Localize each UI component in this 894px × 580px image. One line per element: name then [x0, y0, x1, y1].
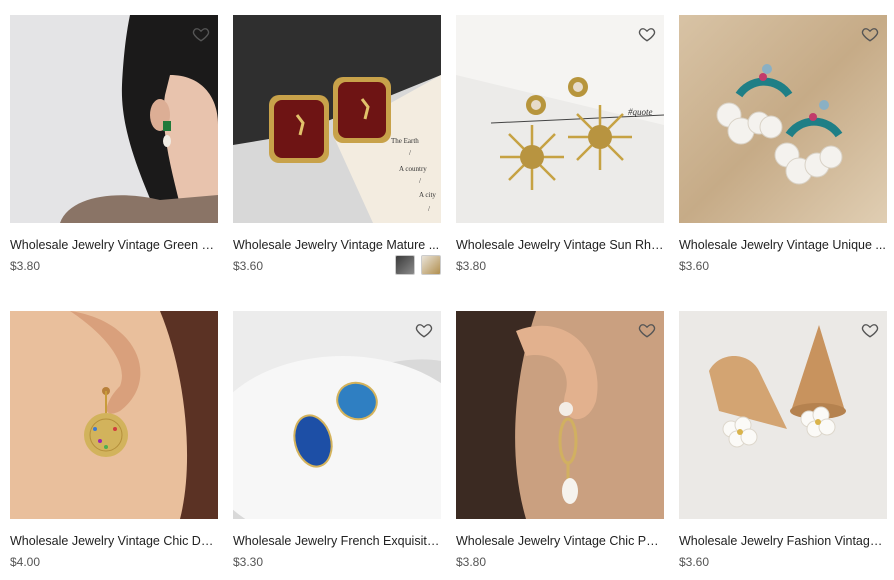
image-text-line: A city [419, 191, 436, 199]
image-text-line: / [419, 177, 421, 185]
product-photo [679, 15, 887, 223]
product-image[interactable] [233, 311, 441, 519]
product-grid: Wholesale Jewelry Vintage Green G... $3.… [0, 0, 894, 580]
favorite-heart-icon[interactable] [861, 321, 879, 339]
product-card[interactable]: Wholesale Jewelry Vintage Unique ... $3.… [679, 15, 887, 278]
product-title[interactable]: Wholesale Jewelry Vintage Chic De... [10, 533, 218, 549]
product-photo [10, 311, 218, 519]
product-price: $3.80 [10, 259, 41, 273]
product-photo [233, 311, 441, 519]
product-image[interactable] [679, 311, 887, 519]
product-photo [456, 311, 664, 519]
product-card[interactable]: The Earth / A country / A city / Wholesa… [233, 15, 441, 278]
image-text-line: A country [399, 165, 427, 173]
product-image[interactable] [679, 15, 887, 223]
product-title[interactable]: Wholesale Jewelry Vintage Chic Pea... [456, 533, 664, 549]
product-price: $3.80 [456, 259, 487, 273]
favorite-heart-icon[interactable] [192, 25, 210, 43]
image-text-line: / [409, 149, 411, 157]
product-card[interactable]: Wholesale Jewelry Vintage Chic Pea... $3… [456, 311, 664, 574]
product-card[interactable]: Wholesale Jewelry Fashion Vintage ... $3… [679, 311, 887, 574]
favorite-heart-icon[interactable] [861, 25, 879, 43]
color-swatch-gold[interactable] [421, 255, 441, 275]
product-price: $3.30 [233, 555, 264, 569]
image-text-line: / [428, 205, 430, 213]
product-photo: The Earth / A country / A city / [233, 15, 441, 223]
product-title[interactable]: Wholesale Jewelry Fashion Vintage ... [679, 533, 887, 549]
product-photo [10, 15, 218, 223]
product-card[interactable]: Wholesale Jewelry Vintage Chic De... $4.… [10, 311, 218, 574]
color-swatches [395, 255, 441, 275]
product-price: $3.60 [679, 555, 710, 569]
product-image[interactable]: The Earth / A country / A city / [233, 15, 441, 223]
product-image[interactable] [10, 15, 218, 223]
product-price: $3.80 [456, 555, 487, 569]
product-price: $3.60 [679, 259, 710, 273]
product-image[interactable]: #quote [456, 15, 664, 223]
product-card[interactable]: Wholesale Jewelry Vintage Green G... $3.… [10, 15, 218, 278]
product-card[interactable]: #quote Wholesale Jewelry Vintage Sun Rhi… [456, 15, 664, 278]
product-title[interactable]: Wholesale Jewelry Vintage Unique ... [679, 237, 887, 253]
image-text: #quote [628, 107, 653, 117]
favorite-heart-icon[interactable] [638, 25, 656, 43]
favorite-heart-icon[interactable] [638, 321, 656, 339]
product-image[interactable] [10, 311, 218, 519]
image-text-line: The Earth [391, 137, 419, 145]
product-card[interactable]: Wholesale Jewelry French Exquisite... $3… [233, 311, 441, 574]
product-price: $4.00 [10, 555, 41, 569]
product-title[interactable]: Wholesale Jewelry Vintage Mature ... [233, 237, 441, 253]
color-swatch-dark[interactable] [395, 255, 415, 275]
favorite-heart-icon[interactable] [415, 321, 433, 339]
product-photo [679, 311, 887, 519]
product-photo: #quote [456, 15, 664, 223]
product-title[interactable]: Wholesale Jewelry Vintage Green G... [10, 237, 218, 253]
product-title[interactable]: Wholesale Jewelry French Exquisite... [233, 533, 441, 549]
product-title[interactable]: Wholesale Jewelry Vintage Sun Rhi... [456, 237, 664, 253]
product-image[interactable] [456, 311, 664, 519]
